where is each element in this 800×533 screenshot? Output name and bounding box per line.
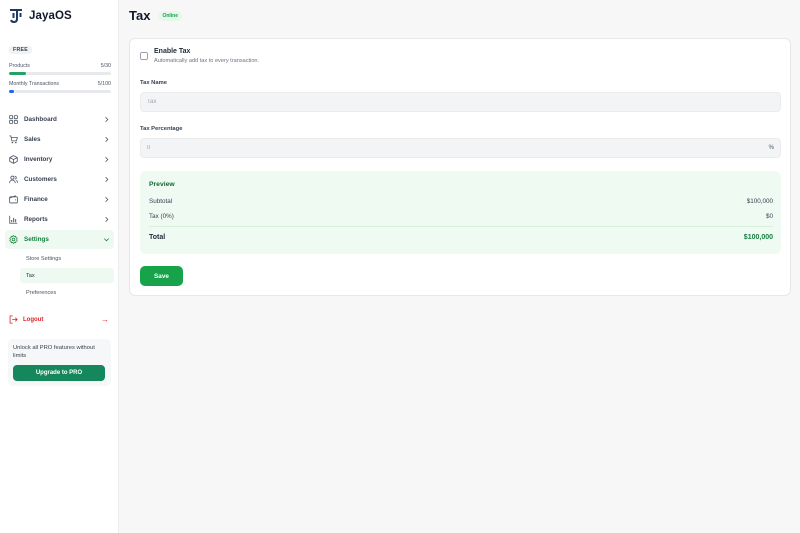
usage-transactions: Monthly Transactions 5/100 xyxy=(9,81,111,93)
chevron-right-icon xyxy=(103,216,110,223)
preview-divider xyxy=(149,226,773,227)
chevron-right-icon xyxy=(103,136,110,143)
usage-products: Products 5/30 xyxy=(9,63,111,75)
promo-text: Unlock all PRO features without limits xyxy=(13,345,95,359)
usage-count: 5/100 xyxy=(97,81,111,87)
preview-tax-row: Tax (0%) $0 xyxy=(149,213,773,220)
chevron-right-icon xyxy=(103,116,110,123)
app-name: JayaOS xyxy=(29,10,72,22)
preview-total-row: Total $100,000 xyxy=(149,234,773,241)
sidebar-item-customers[interactable]: Customers xyxy=(5,170,114,189)
tax-preview-panel: Preview Subtotal $100,000 Tax (0%) $0 To… xyxy=(140,171,781,254)
tax-name-input[interactable] xyxy=(147,99,774,105)
chevron-right-icon xyxy=(103,156,110,163)
sidebar-item-settings[interactable]: Settings xyxy=(5,230,114,249)
enable-tax-row: Enable Tax Automatically add tax to ever… xyxy=(140,48,259,64)
box-icon xyxy=(9,155,18,164)
total-label: Total xyxy=(149,234,166,241)
sidebar-subitem-store-settings[interactable]: Store Settings xyxy=(20,251,114,266)
percent-suffix: % xyxy=(768,145,774,151)
sidebar-nav: Dashboard Sales Inventory Customers Fina… xyxy=(5,110,114,302)
shopping-cart-icon xyxy=(9,135,18,144)
sidebar-item-dashboard[interactable]: Dashboard xyxy=(5,110,114,129)
tax-name-label: Tax Name xyxy=(140,80,167,86)
dashboard-grid-icon xyxy=(9,115,18,124)
brand[interactable]: JayaOS xyxy=(9,8,72,24)
status-badge: Online xyxy=(158,10,182,21)
preview-title: Preview xyxy=(149,181,175,188)
sidebar-item-finance[interactable]: Finance xyxy=(5,190,114,209)
tax-percentage-field: % xyxy=(140,138,781,158)
page-title: Tax xyxy=(129,8,151,23)
upgrade-promo: Unlock all PRO features without limits U… xyxy=(8,339,111,386)
usage-progress-fill xyxy=(9,72,27,75)
plan-badge: FREE xyxy=(9,46,33,54)
subtotal-value: $100,000 xyxy=(746,198,773,205)
settings-subnav: Store Settings Tax Preferences xyxy=(5,251,114,300)
sidebar-item-label: Reports xyxy=(24,216,48,223)
sidebar-item-label: Settings xyxy=(24,236,49,243)
tax-percentage-input[interactable] xyxy=(147,145,769,151)
enable-tax-label: Enable Tax xyxy=(154,48,191,55)
usage-progress-fill xyxy=(9,90,15,93)
users-icon xyxy=(9,175,18,184)
sidebar-item-reports[interactable]: Reports xyxy=(5,210,114,229)
sidebar-item-label: Dashboard xyxy=(24,116,57,123)
wallet-icon xyxy=(9,195,18,204)
chevron-right-icon xyxy=(103,196,110,203)
upgrade-to-pro-button[interactable]: Upgrade to PRO xyxy=(13,365,105,381)
usage-count: 5/30 xyxy=(100,63,111,69)
save-button[interactable]: Save xyxy=(140,266,183,286)
sidebar-subitem-preferences[interactable]: Preferences xyxy=(20,285,114,300)
chevron-right-icon xyxy=(103,176,110,183)
usage-progress-bar xyxy=(9,90,111,93)
bar-chart-icon xyxy=(9,215,18,224)
arrow-right-icon: → xyxy=(101,315,109,324)
sidebar-item-label: Customers xyxy=(24,176,57,183)
preview-subtotal-row: Subtotal $100,000 xyxy=(149,198,773,205)
sidebar: JayaOS FREE Products 5/30 Monthly Transa… xyxy=(0,0,119,533)
logout-icon xyxy=(9,315,18,324)
usage-progress-bar xyxy=(9,72,111,75)
gear-icon xyxy=(9,235,18,244)
subtotal-label: Subtotal xyxy=(149,198,173,205)
tax-value: $0 xyxy=(765,213,773,220)
tax-settings-card: Enable Tax Automatically add tax to ever… xyxy=(129,38,791,296)
tax-name-field xyxy=(140,92,781,112)
page-header: Tax Online xyxy=(129,8,182,23)
sidebar-subitem-tax[interactable]: Tax xyxy=(20,268,114,283)
jayaos-logo-icon xyxy=(9,8,23,24)
enable-tax-checkbox[interactable] xyxy=(140,52,148,60)
logout-label: Logout xyxy=(23,316,44,323)
usage-label: Products xyxy=(9,63,30,69)
tax-percentage-label: Tax Percentage xyxy=(140,126,183,132)
enable-tax-description: Automatically add tax to every transacti… xyxy=(154,58,260,64)
sidebar-item-label: Finance xyxy=(24,196,48,203)
logout-button[interactable]: Logout → xyxy=(9,315,109,324)
total-value: $100,000 xyxy=(743,234,773,241)
sidebar-item-label: Inventory xyxy=(24,156,53,163)
chevron-down-icon xyxy=(103,236,110,243)
tax-label: Tax (0%) xyxy=(149,213,174,220)
sidebar-item-inventory[interactable]: Inventory xyxy=(5,150,114,169)
sidebar-item-sales[interactable]: Sales xyxy=(5,130,114,149)
sidebar-item-label: Sales xyxy=(24,136,41,143)
usage-label: Monthly Transactions xyxy=(9,81,60,87)
